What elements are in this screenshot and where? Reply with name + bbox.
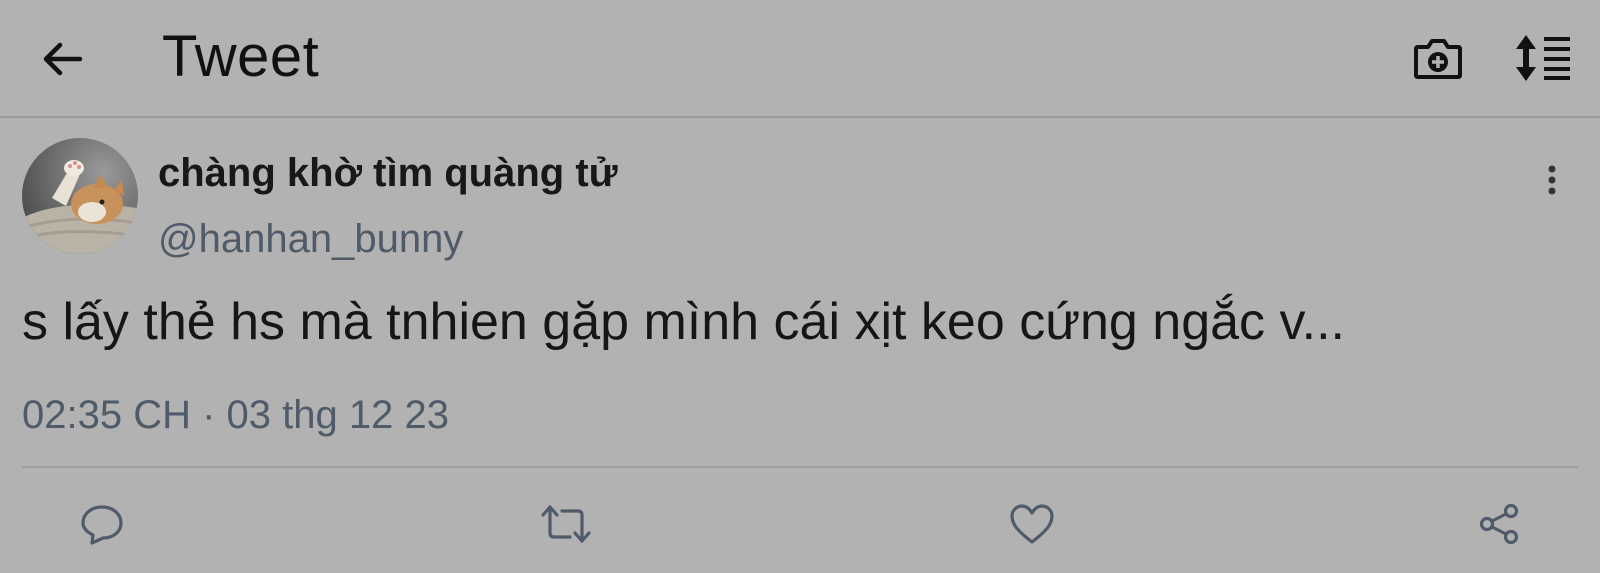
share-button[interactable] bbox=[1470, 496, 1530, 552]
retweet-icon bbox=[540, 503, 592, 545]
retweet-button[interactable] bbox=[536, 496, 596, 552]
like-heart-icon bbox=[1009, 503, 1055, 545]
top-app-bar: Tweet bbox=[0, 0, 1600, 118]
tweet-text: s lấy thẻ hs mà tnhien gặp mình cái xịt … bbox=[22, 293, 1345, 351]
like-button[interactable] bbox=[1002, 496, 1062, 552]
arrow-left-icon bbox=[40, 37, 84, 81]
divider bbox=[22, 466, 1578, 468]
tweet-timestamp: 02:35 CH · 03 thg 12 23 bbox=[22, 393, 449, 437]
more-options-button[interactable] bbox=[1532, 152, 1572, 208]
sort-button[interactable] bbox=[1510, 28, 1578, 88]
reply-button[interactable] bbox=[72, 496, 132, 552]
reply-icon bbox=[80, 503, 124, 545]
author-display-name[interactable]: chàng khờ tìm quàng tử bbox=[158, 148, 618, 198]
share-icon bbox=[1478, 502, 1522, 546]
screenshot-camera-button[interactable] bbox=[1408, 30, 1468, 86]
author-handle[interactable]: @hanhan_bunny bbox=[158, 214, 463, 264]
back-button[interactable] bbox=[30, 30, 94, 88]
more-vertical-icon bbox=[1546, 164, 1558, 196]
sort-list-icon bbox=[1514, 33, 1574, 83]
camera-add-icon bbox=[1413, 35, 1463, 81]
avatar[interactable] bbox=[22, 138, 138, 254]
page-title: Tweet bbox=[162, 24, 320, 89]
